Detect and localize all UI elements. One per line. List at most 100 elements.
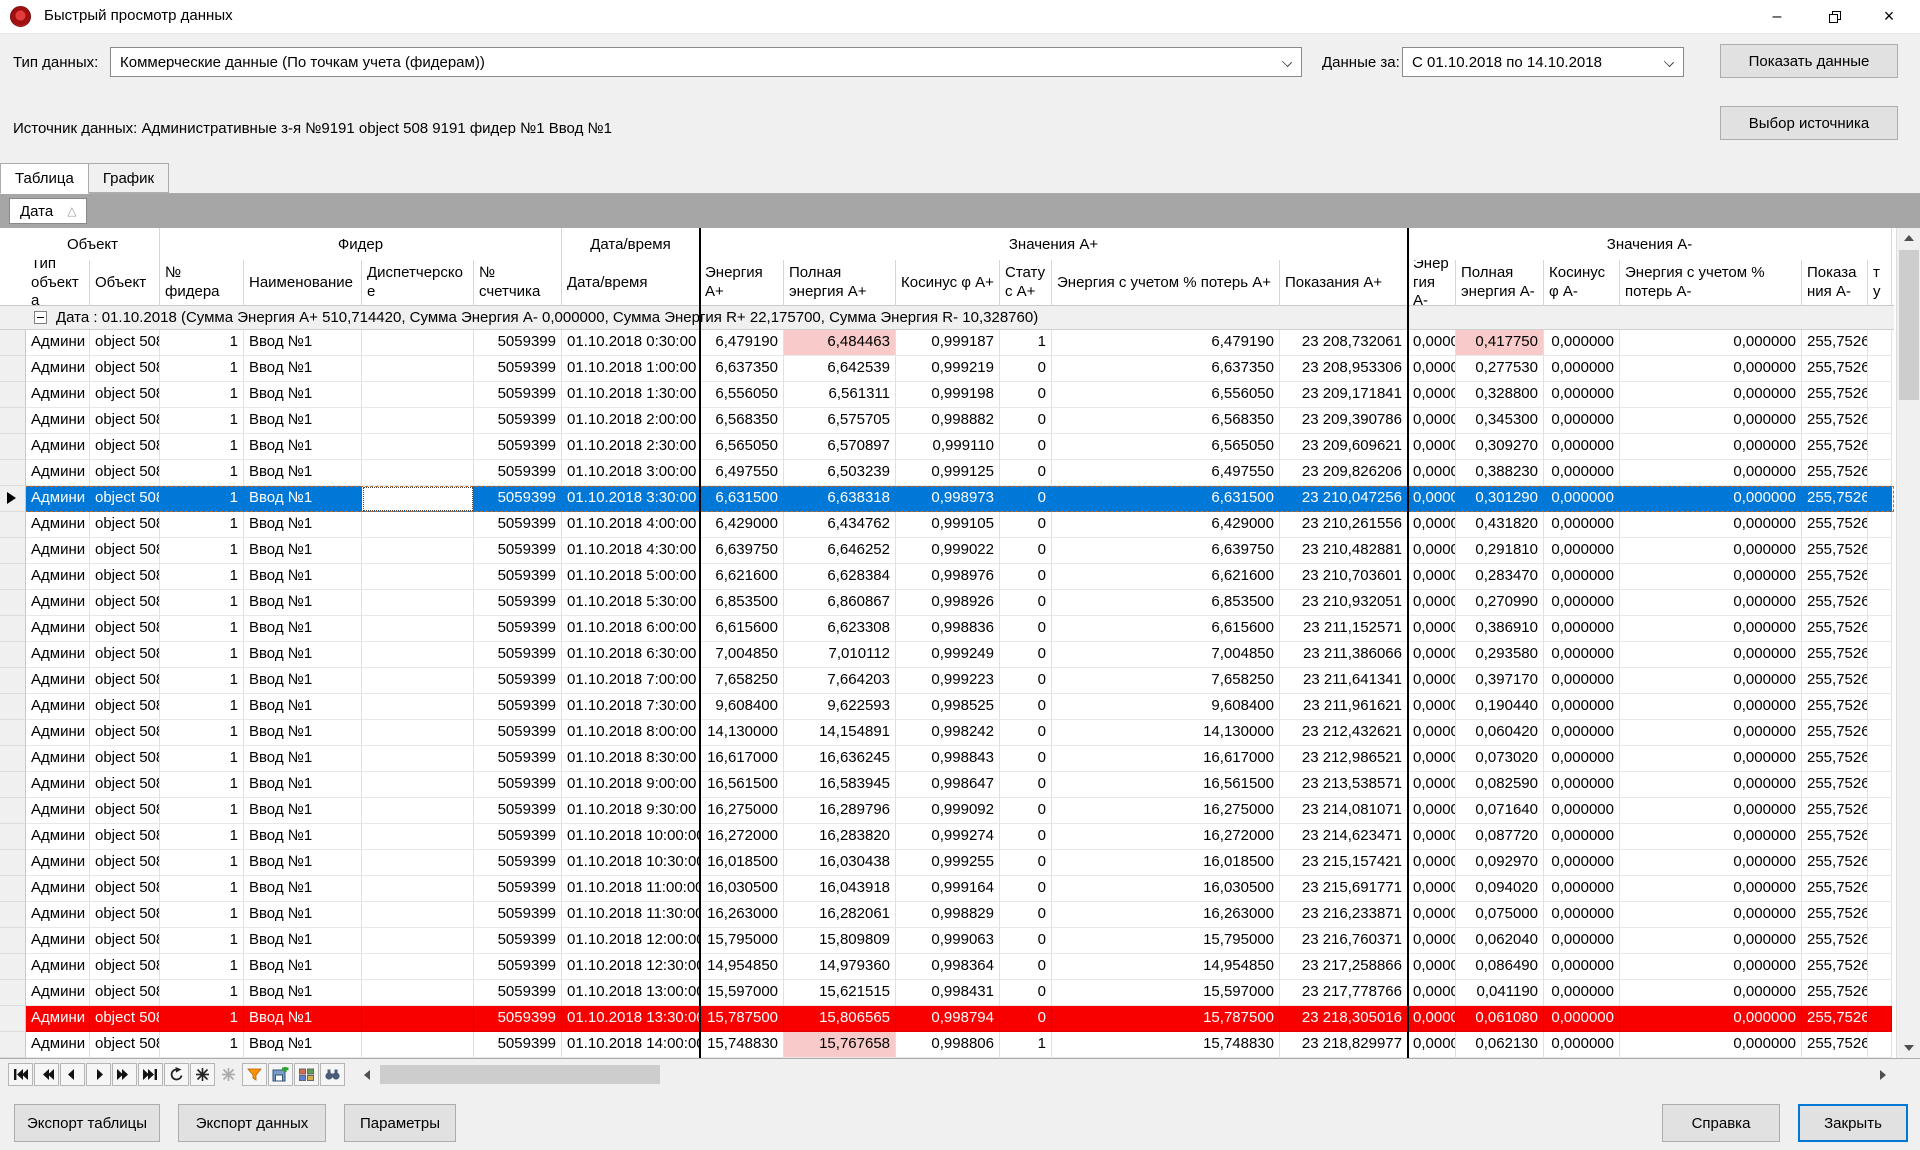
cell[interactable]: 0,000000 [1620,772,1802,798]
cell[interactable] [1868,512,1892,538]
cell[interactable] [362,382,474,408]
table-row[interactable]: Админиobject 508 91Ввод №1505939901.10.2… [0,434,1894,460]
period-combobox[interactable]: С 01.10.2018 по 14.10.2018 [1402,47,1684,77]
column-header[interactable]: Энергия с учетом % потерь A+ [1052,260,1280,306]
cell[interactable]: Ввод №1 [244,1006,362,1032]
cell[interactable]: 0,00000 [1408,538,1456,564]
cell[interactable]: 0,094020 [1456,876,1544,902]
cell[interactable]: 6,479190 [1052,330,1280,356]
vertical-scrollbar[interactable] [1896,228,1920,1058]
cell[interactable]: 0,301290 [1456,486,1544,512]
cell[interactable] [1868,356,1892,382]
row-indicator[interactable] [0,460,26,486]
cell[interactable]: 0,999198 [896,382,1000,408]
cell[interactable]: 6,639750 [1052,538,1280,564]
cell[interactable]: 01.10.2018 8:00:00 [562,720,700,746]
cell[interactable] [1868,850,1892,876]
cell[interactable]: 5059399 [474,460,562,486]
cell[interactable]: 255,75265 [1802,902,1868,928]
show-data-button[interactable]: Показать данные [1720,44,1898,78]
cell[interactable]: 0,000000 [1620,668,1802,694]
cell[interactable]: 5059399 [474,1032,562,1058]
cell[interactable]: 6,615600 [1052,616,1280,642]
cell[interactable]: Админи [26,1032,90,1058]
row-indicator[interactable] [0,408,26,434]
cell[interactable]: Админи [26,538,90,564]
column-header[interactable]: № счетчика [474,260,562,306]
cell[interactable]: 0,00000 [1408,668,1456,694]
cell[interactable]: 0 [1000,356,1052,382]
cell[interactable] [362,538,474,564]
cell[interactable]: 6,497550 [1052,460,1280,486]
cell[interactable]: 01.10.2018 10:30:00 [562,850,700,876]
cell[interactable]: 16,289796 [784,798,896,824]
cell[interactable]: 23 208,953306 [1280,356,1408,382]
cell[interactable]: 7,004850 [700,642,784,668]
cell[interactable]: 0,000000 [1544,720,1620,746]
cell[interactable]: 0,000000 [1544,356,1620,382]
cell[interactable]: 1 [160,356,244,382]
close-window-button[interactable]: × [1866,0,1912,33]
cell[interactable] [1868,980,1892,1006]
cell[interactable] [362,902,474,928]
cell[interactable]: 0,000000 [1544,694,1620,720]
cell[interactable]: 5059399 [474,590,562,616]
cell[interactable]: 1 [160,668,244,694]
cell[interactable] [1868,382,1892,408]
column-header[interactable]: Объект [90,260,160,306]
table-row[interactable]: Админиobject 508 91Ввод №1505939901.10.2… [0,980,1894,1006]
cell[interactable]: Админи [26,980,90,1006]
cell[interactable]: 0 [1000,616,1052,642]
cell[interactable]: 255,75265 [1802,330,1868,356]
cell[interactable]: 6,556050 [1052,382,1280,408]
cell[interactable]: 0,00000 [1408,382,1456,408]
cell[interactable]: object 508 9 [90,486,160,512]
cell[interactable]: 23 210,932051 [1280,590,1408,616]
table-row[interactable]: Админиobject 508 91Ввод №1505939901.10.2… [0,772,1894,798]
cell[interactable]: 0,000000 [1620,954,1802,980]
cell[interactable] [1868,746,1892,772]
cell[interactable]: 15,795000 [1052,928,1280,954]
cell[interactable]: object 508 9 [90,538,160,564]
cell[interactable]: 255,75265 [1802,642,1868,668]
cell[interactable]: 0,041190 [1456,980,1544,1006]
cell[interactable]: 23 212,432621 [1280,720,1408,746]
cell[interactable]: 0,000000 [1544,512,1620,538]
cell[interactable]: Админи [26,356,90,382]
cell[interactable]: 23 209,390786 [1280,408,1408,434]
cell[interactable]: Админи [26,772,90,798]
cell[interactable] [362,928,474,954]
cell[interactable]: 01.10.2018 4:30:00 [562,538,700,564]
cell[interactable]: 255,75265 [1802,512,1868,538]
cell[interactable] [362,460,474,486]
cell[interactable]: 15,809809 [784,928,896,954]
refresh-icon[interactable] [164,1063,189,1086]
cell[interactable]: 23 214,623471 [1280,824,1408,850]
table-row[interactable]: Админиobject 508 91Ввод №1505939901.10.2… [0,746,1894,772]
cell[interactable]: 0,345300 [1456,408,1544,434]
cell[interactable] [362,330,474,356]
cell[interactable]: 01.10.2018 9:00:00 [562,772,700,798]
cell[interactable]: 0,00000 [1408,434,1456,460]
cell[interactable]: 5059399 [474,720,562,746]
cell[interactable]: Ввод №1 [244,720,362,746]
cell[interactable]: object 508 9 [90,798,160,824]
cell[interactable]: 0,000000 [1620,850,1802,876]
cell[interactable]: Ввод №1 [244,928,362,954]
column-header[interactable]: Полная энергия A+ [784,260,896,306]
cell[interactable]: 01.10.2018 2:30:00 [562,434,700,460]
cell[interactable]: 0,00000 [1408,772,1456,798]
cell[interactable] [362,590,474,616]
cell[interactable]: 0 [1000,902,1052,928]
cell[interactable]: 0,000000 [1620,902,1802,928]
cell[interactable] [1868,538,1892,564]
cell[interactable]: 0,000000 [1544,330,1620,356]
cell[interactable]: 7,004850 [1052,642,1280,668]
cell[interactable]: 255,75265 [1802,538,1868,564]
cell[interactable]: 255,75265 [1802,876,1868,902]
cell[interactable]: 0,000000 [1544,616,1620,642]
cell[interactable]: 0,998806 [896,1032,1000,1058]
cell[interactable]: 6,575705 [784,408,896,434]
cell[interactable]: 0,000000 [1620,590,1802,616]
cell[interactable]: Админи [26,564,90,590]
